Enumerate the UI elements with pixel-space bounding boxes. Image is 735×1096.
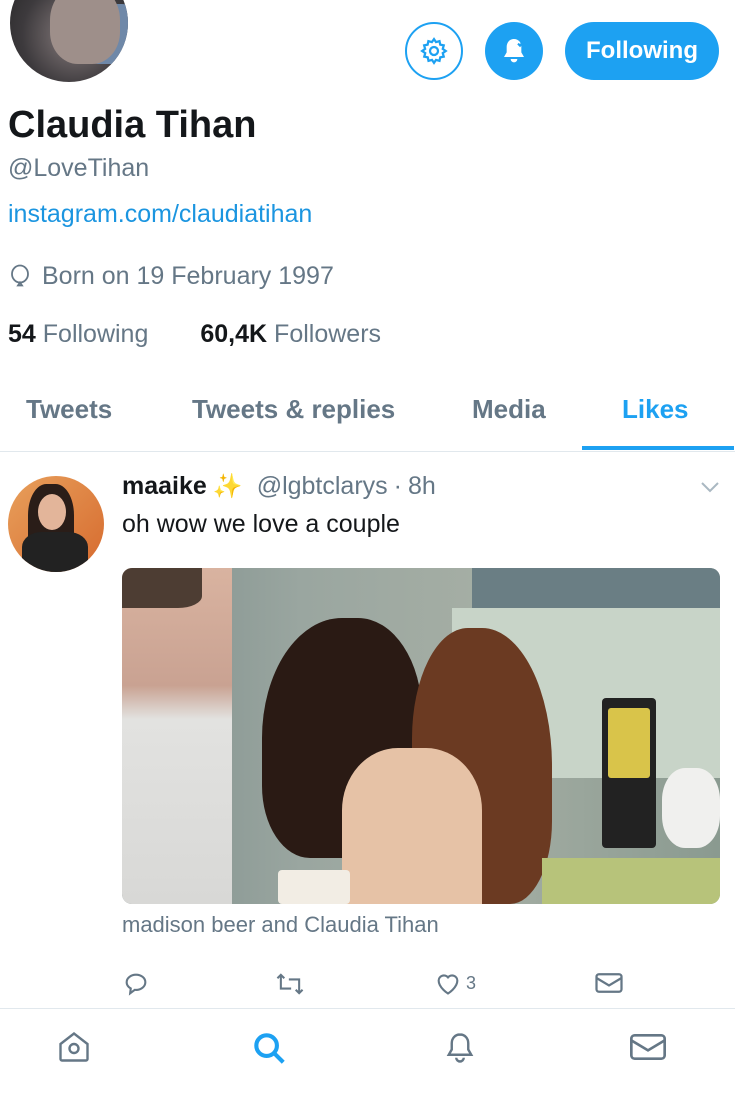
profile-website-link[interactable]: instagram.com/claudiatihan <box>8 200 312 229</box>
profile-handle: @LoveTihan <box>8 154 150 182</box>
tweet-header: maaike ✨ @lgbtclarys · 8h <box>122 472 436 501</box>
reply-button[interactable] <box>122 970 150 998</box>
tab-media[interactable]: Media <box>472 394 546 425</box>
photo-detail <box>662 768 720 848</box>
balloon-icon <box>11 264 29 286</box>
tweet-author-name[interactable]: maaike <box>122 472 207 501</box>
tweet[interactable]: maaike ✨ @lgbtclarys · 8h oh wow we love… <box>0 452 735 1008</box>
birthday-text: Born on 19 February 1997 <box>42 262 334 290</box>
home-icon <box>59 1031 89 1062</box>
profile-avatar[interactable] <box>6 0 132 86</box>
tweet-author-handle[interactable]: @lgbtclarys <box>257 472 388 501</box>
tab-tweets[interactable]: Tweets <box>26 394 112 425</box>
tweet-separator: · <box>393 472 402 500</box>
notifications-toggle-button[interactable] <box>485 22 543 80</box>
reply-icon <box>125 973 147 996</box>
retweet-button[interactable] <box>274 970 306 998</box>
following-label: Following <box>42 320 149 348</box>
photo-detail <box>122 568 232 904</box>
nav-notifications[interactable] <box>442 1029 478 1072</box>
tab-tweets-replies[interactable]: Tweets & replies <box>192 394 395 425</box>
following-button[interactable]: Following <box>565 22 719 80</box>
tweet-photo[interactable] <box>122 568 720 904</box>
avatar-detail <box>22 532 88 572</box>
nav-search[interactable] <box>250 1029 288 1072</box>
following-stat[interactable]: 54 Following <box>8 320 148 349</box>
sparkle-emoji: ✨ <box>212 473 243 500</box>
followers-stat[interactable]: 60,4K Followers <box>200 320 381 349</box>
like-count: 3 <box>466 972 477 993</box>
nav-messages[interactable] <box>628 1029 668 1070</box>
share-button[interactable] <box>594 970 624 996</box>
photo-detail <box>122 568 202 608</box>
active-tab-indicator <box>582 446 734 450</box>
gear-icon <box>420 37 448 65</box>
search-icon <box>254 1033 285 1064</box>
tweet-author-avatar[interactable] <box>8 476 104 572</box>
like-button[interactable]: 3 <box>434 970 476 996</box>
nav-home[interactable] <box>56 1029 92 1070</box>
followers-label: Followers <box>274 320 382 348</box>
tab-likes[interactable]: Likes <box>622 394 689 425</box>
settings-button[interactable] <box>405 22 463 80</box>
chevron-down-icon[interactable] <box>699 480 721 494</box>
photo-detail <box>472 568 720 608</box>
photo-detail <box>542 858 720 904</box>
tweet-actions: 3 <box>122 970 722 1006</box>
followers-count: 60,4K <box>200 320 268 348</box>
following-count: 54 <box>8 320 36 348</box>
photo-detail <box>342 748 482 904</box>
profile-tabs: Tweets Tweets & replies Media Likes <box>0 380 735 452</box>
profile-actions: Following <box>405 22 719 80</box>
photo-detail <box>278 870 350 904</box>
profile-birthday: Born on 19 February 1997 <box>8 262 334 291</box>
avatar-detail <box>50 0 120 64</box>
mail-icon <box>595 973 623 993</box>
mail-icon <box>630 1034 666 1060</box>
profile-name: Claudia Tihan <box>8 104 257 146</box>
retweet-icon <box>276 973 304 995</box>
avatar-detail <box>38 494 66 530</box>
photo-caption: madison beer and Claudia Tihan <box>122 912 439 937</box>
bottom-navigation <box>0 1008 735 1096</box>
tweet-time: 8h <box>408 472 436 500</box>
photo-detail <box>608 708 650 778</box>
bell-check-icon <box>504 39 525 63</box>
heart-icon <box>437 974 459 995</box>
profile-stats: 54 Following 60,4K Followers <box>8 320 381 349</box>
bell-icon <box>446 1033 474 1063</box>
tweet-text: oh wow we love a couple <box>122 510 400 538</box>
